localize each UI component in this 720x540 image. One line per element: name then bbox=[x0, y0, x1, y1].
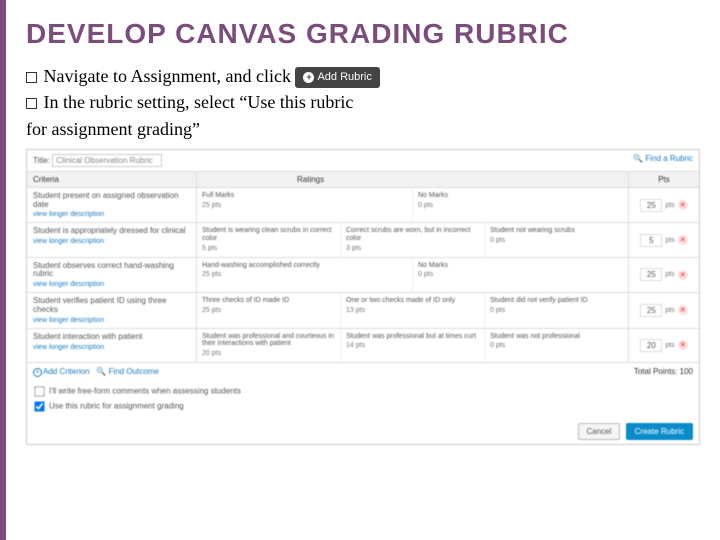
rating-cell[interactable]: Student was professional but at times cu… bbox=[341, 329, 485, 362]
freeform-checkbox[interactable]: I'll write free-form comments when asses… bbox=[33, 385, 693, 398]
rating-cell[interactable]: No Marks0 pts bbox=[413, 258, 628, 293]
delete-icon[interactable]: ✕ bbox=[678, 305, 688, 315]
bullet-box-icon bbox=[26, 98, 37, 109]
title-label: Title: bbox=[33, 156, 50, 165]
bullet-list: Navigate to Assignment, and click +Add R… bbox=[26, 64, 700, 141]
delete-icon[interactable]: ✕ bbox=[678, 235, 688, 245]
table-row: Student verifies patient ID using three … bbox=[27, 293, 699, 329]
total-points: Total Points: 100 bbox=[634, 367, 693, 377]
search-icon: 🔍 bbox=[96, 367, 106, 376]
points-input[interactable]: 25 bbox=[640, 268, 662, 281]
view-longer-link[interactable]: view longer description bbox=[33, 238, 190, 245]
col-criteria: Criteria bbox=[27, 172, 197, 187]
rating-cell[interactable]: Correct scrubs are worn, but in incorrec… bbox=[341, 223, 485, 256]
bullet-box-icon bbox=[26, 72, 37, 83]
col-pts: Pts bbox=[629, 172, 699, 187]
view-longer-link[interactable]: view longer description bbox=[33, 344, 190, 351]
delete-icon[interactable]: ✕ bbox=[678, 340, 688, 350]
criterion-text: Student interaction with patient bbox=[33, 333, 190, 342]
cancel-button[interactable]: Cancel bbox=[578, 423, 621, 440]
plus-icon: + bbox=[303, 72, 314, 83]
table-row: Student interaction with patient view lon… bbox=[27, 329, 699, 363]
rubric-title-input[interactable] bbox=[52, 154, 162, 167]
delete-icon[interactable]: ✕ bbox=[678, 270, 688, 280]
view-longer-link[interactable]: view longer description bbox=[33, 281, 190, 288]
points-input[interactable]: 25 bbox=[640, 199, 662, 212]
delete-icon[interactable]: ✕ bbox=[678, 200, 688, 210]
rubric-screenshot: Title: 🔍 Find a Rubric Criteria Ratings … bbox=[26, 149, 700, 445]
bullet-1-text: Navigate to Assignment, and click bbox=[44, 66, 291, 86]
find-outcome-link[interactable]: 🔍 Find Outcome bbox=[96, 367, 158, 376]
bullet-2-text-b: for assignment grading” bbox=[26, 119, 200, 139]
criterion-text: Student verifies patient ID using three … bbox=[33, 297, 190, 315]
col-ratings: Ratings bbox=[197, 172, 629, 187]
points-input[interactable]: 25 bbox=[640, 304, 662, 317]
plus-circle-icon: + bbox=[33, 368, 42, 377]
criterion-text: Student present on assigned observation … bbox=[33, 192, 190, 210]
use-rubric-checkbox[interactable]: Use this rubric for assignment grading bbox=[33, 400, 693, 413]
rating-cell[interactable]: Hand-washing accomplished correctly25 pt… bbox=[197, 258, 413, 293]
rating-cell[interactable]: One or two checks made of ID only13 pts bbox=[341, 293, 485, 328]
add-rubric-button[interactable]: +Add Rubric bbox=[295, 67, 379, 88]
view-longer-link[interactable]: view longer description bbox=[33, 317, 190, 324]
view-longer-link[interactable]: view longer description bbox=[33, 211, 190, 218]
points-input[interactable]: 5 bbox=[640, 234, 662, 247]
rating-cell[interactable]: Student was not professional0 pts bbox=[485, 329, 628, 362]
search-icon: 🔍 bbox=[633, 154, 643, 163]
rating-cell[interactable]: Student is wearing clean scrubs in corre… bbox=[197, 223, 341, 256]
slide-title: DEVELOP CANVAS GRADING RUBRIC bbox=[26, 18, 700, 50]
find-rubric-link[interactable]: 🔍 Find a Rubric bbox=[633, 154, 693, 167]
table-row: Student is appropriately dressed for cli… bbox=[27, 223, 699, 257]
rating-cell[interactable]: Three checks of ID made ID25 pts bbox=[197, 293, 341, 328]
criterion-text: Student is appropriately dressed for cli… bbox=[33, 227, 190, 236]
rating-cell[interactable]: Full Marks25 pts bbox=[197, 188, 413, 223]
accent-bar bbox=[0, 0, 6, 540]
rating-cell[interactable]: Student not wearing scrubs0 pts bbox=[485, 223, 628, 256]
add-criterion-link[interactable]: +Add Criterion bbox=[33, 367, 90, 376]
create-rubric-button[interactable]: Create Rubric bbox=[626, 423, 693, 440]
table-row: Student present on assigned observation … bbox=[27, 188, 699, 224]
rating-cell[interactable]: Student was professional and courteous i… bbox=[197, 329, 341, 362]
rating-cell[interactable]: Student did not verify patient ID0 pts bbox=[485, 293, 628, 328]
table-header: Criteria Ratings Pts bbox=[27, 172, 699, 188]
points-input[interactable]: 20 bbox=[640, 339, 662, 352]
criterion-text: Student observes correct hand-washing ru… bbox=[33, 262, 190, 280]
rating-cell[interactable]: No Marks0 pts bbox=[413, 188, 628, 223]
table-row: Student observes correct hand-washing ru… bbox=[27, 258, 699, 294]
bullet-2-text-a: In the rubric setting, select “Use this … bbox=[44, 92, 354, 112]
